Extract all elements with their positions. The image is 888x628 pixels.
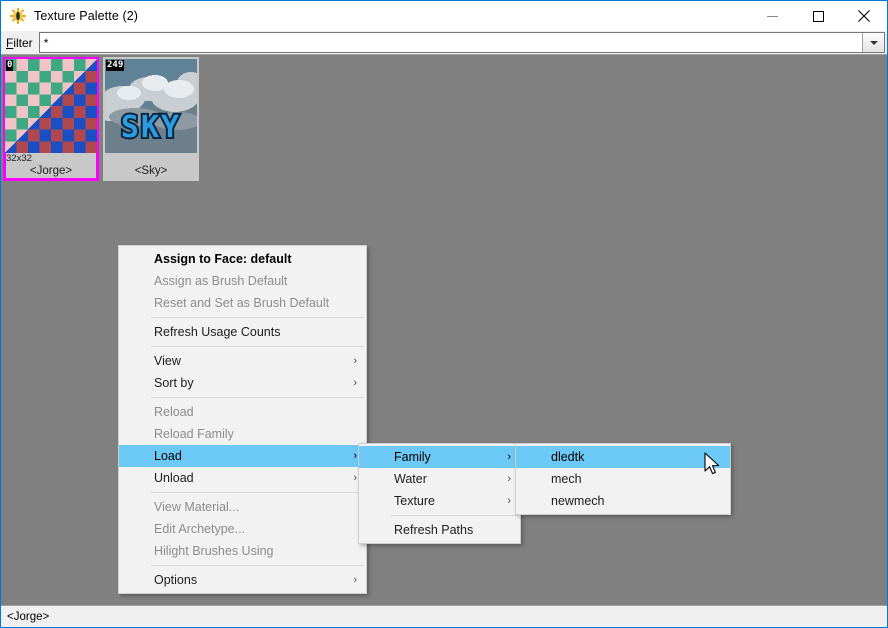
menu-separator xyxy=(151,565,364,566)
texture-size-label xyxy=(105,153,197,164)
menu-item-label: Options xyxy=(154,573,198,587)
thumbnail-item[interactable]: 0 32x32 <Jorge> xyxy=(3,57,99,181)
menu-item-unload[interactable]: Unload › xyxy=(119,467,366,489)
menu-item-label: dledtk xyxy=(551,450,585,464)
menu-item-reset-and-set-as-brush-default: Reset and Set as Brush Default xyxy=(119,292,366,314)
menu-separator xyxy=(151,317,364,318)
thumbnail-item[interactable]: SKY SKY 249 <Sky> xyxy=(103,57,199,181)
thumbnail-list: 0 32x32 <Jorge> SKY SKY 249 <Sky> xyxy=(3,57,203,181)
context-menu[interactable]: Assign to Face: default Assign as Brush D… xyxy=(118,245,367,594)
submenu-load[interactable]: Family › Water › Texture › Refresh Paths xyxy=(358,443,521,544)
menu-item-label: Reset and Set as Brush Default xyxy=(154,296,330,310)
menu-item-label: Refresh Paths xyxy=(394,523,474,537)
chevron-right-icon: › xyxy=(353,377,357,389)
menu-item-label: Sort by xyxy=(154,376,194,390)
filter-input[interactable] xyxy=(39,33,862,52)
menu-item-options[interactable]: Options › xyxy=(119,569,366,591)
menu-item-label: Family xyxy=(394,450,431,464)
menu-item-assign-to-face-default[interactable]: Assign to Face: default xyxy=(119,248,366,270)
texture-name-label: <Jorge> xyxy=(29,165,73,177)
menu-item-edit-archetype: Edit Archetype... xyxy=(119,518,366,540)
menu-item-label: newmech xyxy=(551,494,605,508)
svg-text:SKY: SKY xyxy=(121,110,181,145)
texture-index-badge: 0 xyxy=(6,60,14,71)
chevron-right-icon: › xyxy=(353,355,357,367)
title-bar: Texture Palette (2) xyxy=(1,1,887,31)
close-button[interactable] xyxy=(841,1,887,31)
menu-separator xyxy=(151,397,364,398)
menu-item-label: Reload Family xyxy=(154,427,234,441)
window-title: Texture Palette (2) xyxy=(34,9,139,23)
menu-item-view[interactable]: View › xyxy=(119,350,366,372)
sun-gear-icon xyxy=(10,8,26,24)
menu-item-label: Hilight Brushes Using xyxy=(154,544,274,558)
menu-item-label: Refresh Usage Counts xyxy=(154,325,281,339)
filter-dropdown-button[interactable] xyxy=(862,33,884,52)
chevron-right-icon: › xyxy=(507,473,511,485)
family-item-dledtk[interactable]: dledtk xyxy=(516,446,730,468)
menu-item-label: Unload xyxy=(154,471,194,485)
menu-separator xyxy=(391,515,518,516)
menu-item-label: View xyxy=(154,354,181,368)
chevron-right-icon: › xyxy=(507,495,511,507)
chevron-right-icon: › xyxy=(507,451,511,463)
texture-size-label: 32x32 xyxy=(6,153,32,164)
menu-item-label: Assign to Face: default xyxy=(154,252,292,266)
menu-item-reload: Reload xyxy=(119,401,366,423)
menu-separator xyxy=(151,492,364,493)
menu-item-label: Texture xyxy=(394,494,435,508)
menu-item-label: mech xyxy=(551,472,582,486)
maximize-button[interactable] xyxy=(795,1,841,31)
menu-item-label: View Material... xyxy=(154,500,240,514)
texture-palette-window: Texture Palette (2) Filter * 0 32x32 <Jo… xyxy=(0,0,888,628)
submenu-item-texture[interactable]: Texture › xyxy=(359,490,520,512)
menu-item-label: Reload xyxy=(154,405,194,419)
chevron-right-icon: › xyxy=(353,472,357,484)
submenu-item-family[interactable]: Family › xyxy=(359,446,520,468)
filter-combobox[interactable] xyxy=(38,32,885,53)
texture-palette-area[interactable]: 0 32x32 <Jorge> SKY SKY 249 <Sky> Assign… xyxy=(1,55,887,605)
menu-separator xyxy=(151,346,364,347)
texture-preview-sky: SKY SKY 249 xyxy=(105,59,197,153)
menu-item-hilight-brushes-using: Hilight Brushes Using xyxy=(119,540,366,562)
menu-item-label: Assign as Brush Default xyxy=(154,274,288,288)
menu-item-label: Edit Archetype... xyxy=(154,522,246,536)
minimize-button[interactable] xyxy=(749,1,795,31)
filter-label: Filter xyxy=(6,35,33,50)
submenu-family[interactable]: dledtk mech newmech xyxy=(515,443,731,515)
window-controls xyxy=(749,1,887,31)
submenu-item-water[interactable]: Water › xyxy=(359,468,520,490)
filter-bar: Filter xyxy=(1,31,887,55)
chevron-down-icon xyxy=(869,40,878,45)
menu-item-label: Water xyxy=(394,472,427,486)
status-text: <Jorge> xyxy=(7,610,50,623)
menu-item-sort-by[interactable]: Sort by › xyxy=(119,372,366,394)
texture-index-badge: 249 xyxy=(106,60,125,71)
menu-item-assign-as-brush-default: Assign as Brush Default xyxy=(119,270,366,292)
menu-item-label: Load xyxy=(154,449,182,463)
menu-item-load[interactable]: Load › xyxy=(119,445,366,467)
menu-item-reload-family: Reload Family xyxy=(119,423,366,445)
menu-item-refresh-usage-counts[interactable]: Refresh Usage Counts xyxy=(119,321,366,343)
chevron-right-icon: › xyxy=(353,450,357,462)
texture-name-label: <Sky> xyxy=(134,165,168,177)
submenu-item-refresh-paths[interactable]: Refresh Paths xyxy=(359,519,520,541)
family-item-newmech[interactable]: newmech xyxy=(516,490,730,512)
menu-item-view-material: View Material... xyxy=(119,496,366,518)
status-bar: <Jorge> xyxy=(1,605,887,627)
chevron-right-icon: › xyxy=(353,574,357,586)
family-item-mech[interactable]: mech xyxy=(516,468,730,490)
texture-preview-jorge: 0 xyxy=(5,59,97,153)
